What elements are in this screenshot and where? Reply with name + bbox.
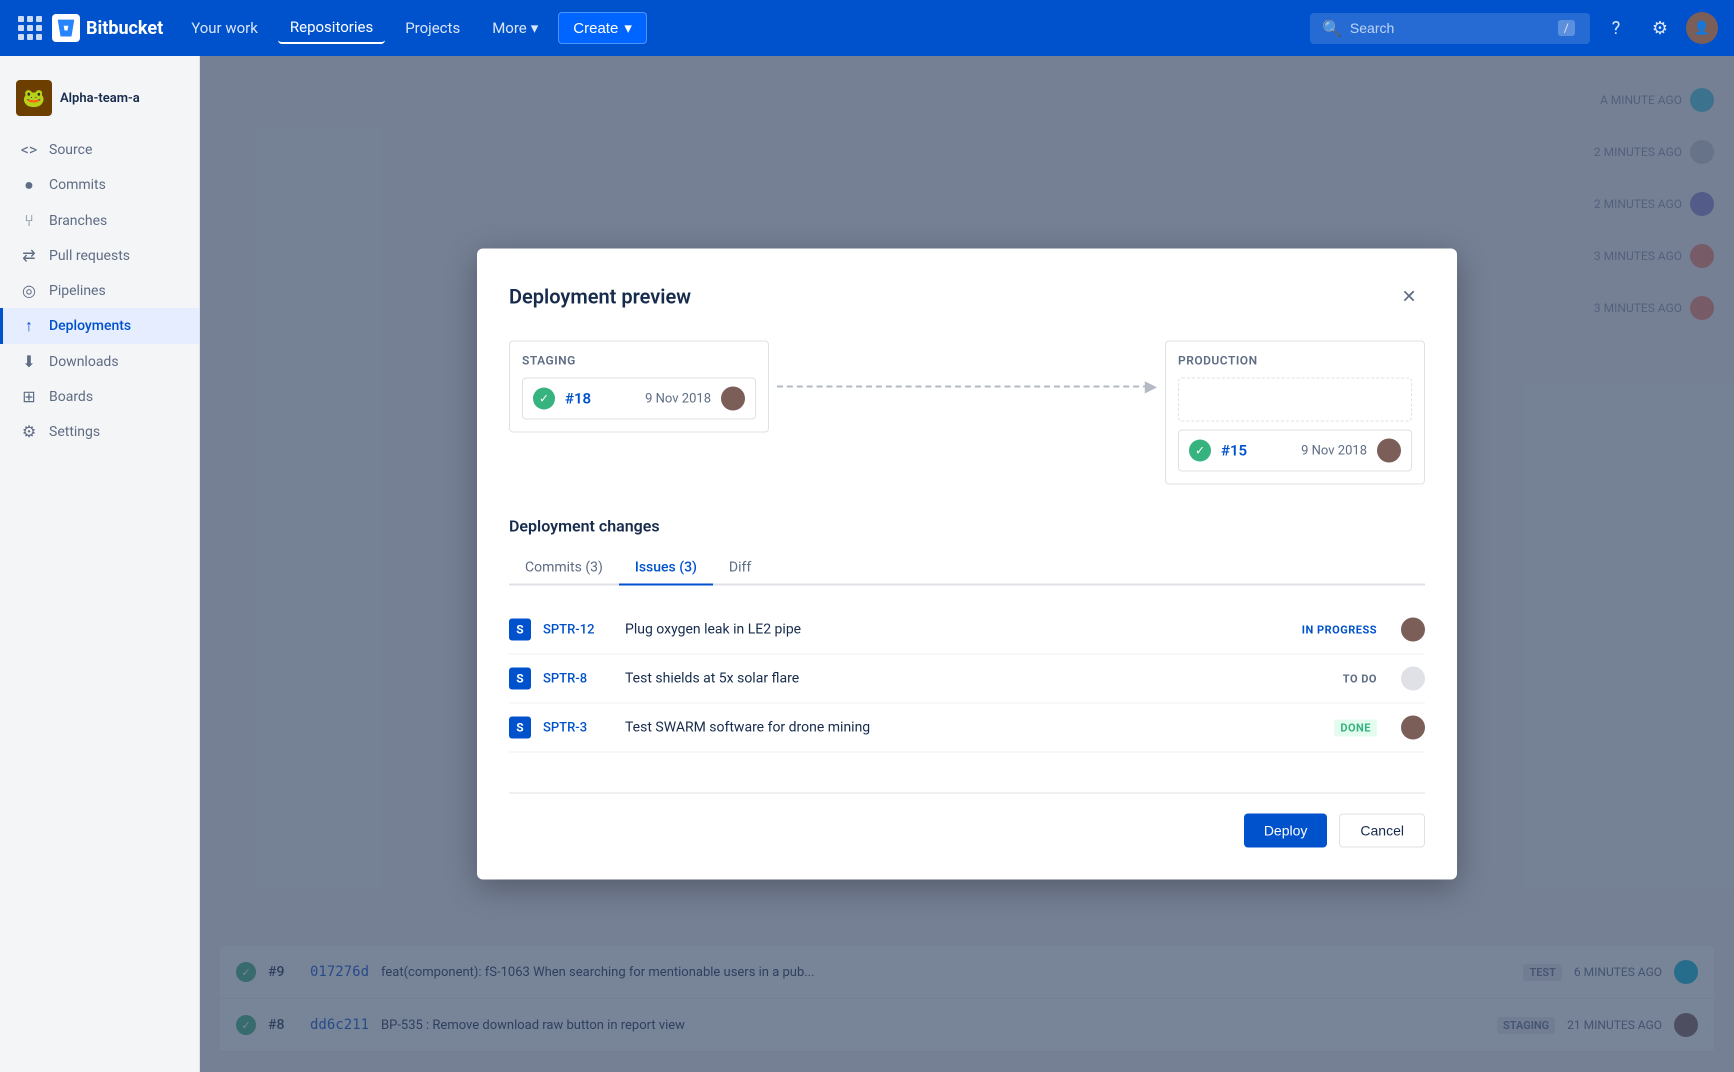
issue-title-3: Test SWARM software for drone mining bbox=[625, 720, 1322, 736]
issue-status-2: TO DO bbox=[1343, 672, 1377, 685]
issue-key-3[interactable]: SPTR-3 bbox=[543, 720, 613, 735]
deployment-preview-modal: Deployment preview ✕ Staging ✓ #18 9 Nov… bbox=[477, 249, 1457, 880]
nav-your-work[interactable]: Your work bbox=[179, 13, 270, 43]
issue-status-3: DONE bbox=[1334, 719, 1377, 736]
changes-title: Deployment changes bbox=[509, 517, 1425, 536]
production-build-num: #15 bbox=[1221, 442, 1247, 460]
nav-more[interactable]: More ▾ bbox=[480, 13, 550, 43]
search-bar[interactable]: 🔍 / bbox=[1310, 13, 1590, 44]
deployment-changes: Deployment changes Commits (3) Issues (3… bbox=[509, 517, 1425, 753]
issue-key-1[interactable]: SPTR-12 bbox=[543, 622, 613, 637]
search-icon: 🔍 bbox=[1322, 19, 1342, 38]
project-icon: 🐸 bbox=[16, 80, 52, 116]
nav-projects[interactable]: Projects bbox=[393, 13, 472, 43]
issue-row-3: S SPTR-3 Test SWARM software for drone m… bbox=[509, 704, 1425, 753]
search-input[interactable] bbox=[1350, 20, 1550, 36]
production-date: 9 Nov 2018 bbox=[1301, 443, 1367, 458]
issue-avatar-2 bbox=[1401, 667, 1425, 691]
modal-footer: Deploy Cancel bbox=[509, 793, 1425, 848]
staging-label: Staging bbox=[522, 354, 756, 368]
deployment-arrow: ▶ bbox=[769, 377, 1165, 396]
sidebar-item-pull-requests[interactable]: ⇄ Pull requests bbox=[0, 238, 199, 273]
main-content: A MINUTE AGO 2 MINUTES AGO 2 MINUTES AGO… bbox=[200, 56, 1734, 1072]
pull-requests-icon: ⇄ bbox=[19, 246, 39, 265]
sidebar-item-source[interactable]: <> Source bbox=[0, 132, 199, 167]
branches-icon: ⑂ bbox=[19, 211, 39, 230]
commits-icon: ● bbox=[19, 175, 39, 195]
downloads-icon: ⬇ bbox=[19, 352, 39, 371]
tab-diff[interactable]: Diff bbox=[713, 552, 767, 586]
user-avatar[interactable]: 👤 bbox=[1686, 12, 1718, 44]
sidebar-item-boards[interactable]: ⊞ Boards bbox=[0, 379, 199, 414]
deploy-button[interactable]: Deploy bbox=[1244, 814, 1328, 848]
staging-build[interactable]: ✓ #18 9 Nov 2018 bbox=[522, 378, 756, 420]
issue-title-2: Test shields at 5x solar flare bbox=[625, 671, 1331, 687]
environments-section: Staging ✓ #18 9 Nov 2018 ▶ Production bbox=[509, 341, 1425, 485]
tab-commits[interactable]: Commits (3) bbox=[509, 552, 619, 586]
chevron-down-icon: ▾ bbox=[624, 19, 632, 37]
staging-avatar bbox=[721, 387, 745, 411]
changes-tabs: Commits (3) Issues (3) Diff bbox=[509, 552, 1425, 586]
project-header: 🐸 Alpha-team-a bbox=[0, 72, 199, 132]
production-status-icon: ✓ bbox=[1189, 440, 1211, 462]
arrow-icon: ▶ bbox=[1145, 377, 1157, 396]
tab-issues[interactable]: Issues (3) bbox=[619, 552, 713, 586]
pipelines-icon: ◎ bbox=[19, 281, 39, 300]
page-layout: 🐸 Alpha-team-a <> Source ● Commits ⑂ Bra… bbox=[0, 56, 1734, 1072]
nav-repositories[interactable]: Repositories bbox=[278, 12, 385, 44]
modal-close-button[interactable]: ✕ bbox=[1393, 281, 1425, 313]
modal-header: Deployment preview ✕ bbox=[509, 281, 1425, 313]
sidebar-item-settings[interactable]: ⚙ Settings bbox=[0, 414, 199, 449]
issue-row-1: S SPTR-12 Plug oxygen leak in LE2 pipe I… bbox=[509, 606, 1425, 655]
modal-title: Deployment preview bbox=[509, 285, 691, 309]
logo[interactable]: Bitbucket bbox=[52, 14, 163, 42]
issue-avatar-3 bbox=[1401, 716, 1425, 740]
help-button[interactable]: ? bbox=[1598, 10, 1634, 46]
source-icon: <> bbox=[19, 140, 39, 159]
settings-button[interactable]: ⚙ bbox=[1642, 10, 1678, 46]
staging-environment: Staging ✓ #18 9 Nov 2018 bbox=[509, 341, 769, 433]
deployments-icon: ↑ bbox=[19, 316, 39, 336]
keyboard-shortcut: / bbox=[1558, 20, 1575, 36]
issue-key-2[interactable]: SPTR-8 bbox=[543, 671, 613, 686]
issue-type-icon-3: S bbox=[509, 717, 531, 739]
sidebar-item-pipelines[interactable]: ◎ Pipelines bbox=[0, 273, 199, 308]
issue-type-icon-2: S bbox=[509, 668, 531, 690]
cancel-button[interactable]: Cancel bbox=[1339, 814, 1425, 848]
production-placeholder bbox=[1178, 378, 1412, 422]
issue-avatar-1 bbox=[1401, 618, 1425, 642]
production-environment: Production ✓ #15 9 Nov 2018 bbox=[1165, 341, 1425, 485]
staging-status-icon: ✓ bbox=[533, 388, 555, 410]
create-button[interactable]: Create ▾ bbox=[558, 12, 647, 44]
issue-row-2: S SPTR-8 Test shields at 5x solar flare … bbox=[509, 655, 1425, 704]
project-name: Alpha-team-a bbox=[60, 91, 140, 106]
top-navigation: Bitbucket Your work Repositories Project… bbox=[0, 0, 1734, 56]
chevron-down-icon: ▾ bbox=[531, 19, 539, 37]
sidebar-item-downloads[interactable]: ⬇ Downloads bbox=[0, 344, 199, 379]
sidebar-item-commits[interactable]: ● Commits bbox=[0, 167, 199, 203]
staging-build-num: #18 bbox=[565, 390, 591, 408]
sidebar-item-branches[interactable]: ⑂ Branches bbox=[0, 203, 199, 238]
production-avatar bbox=[1377, 439, 1401, 463]
issue-type-icon-1: S bbox=[509, 619, 531, 641]
boards-icon: ⊞ bbox=[19, 387, 39, 406]
production-label: Production bbox=[1178, 354, 1412, 368]
production-build[interactable]: ✓ #15 9 Nov 2018 bbox=[1178, 430, 1412, 472]
app-switcher[interactable] bbox=[16, 14, 44, 42]
settings-icon: ⚙ bbox=[19, 422, 39, 441]
issue-status-1: IN PROGRESS bbox=[1302, 623, 1377, 636]
staging-date: 9 Nov 2018 bbox=[645, 391, 711, 406]
issue-title-1: Plug oxygen leak in LE2 pipe bbox=[625, 622, 1290, 638]
sidebar-item-deployments[interactable]: ↑ Deployments bbox=[0, 308, 199, 344]
sidebar: 🐸 Alpha-team-a <> Source ● Commits ⑂ Bra… bbox=[0, 56, 200, 1072]
